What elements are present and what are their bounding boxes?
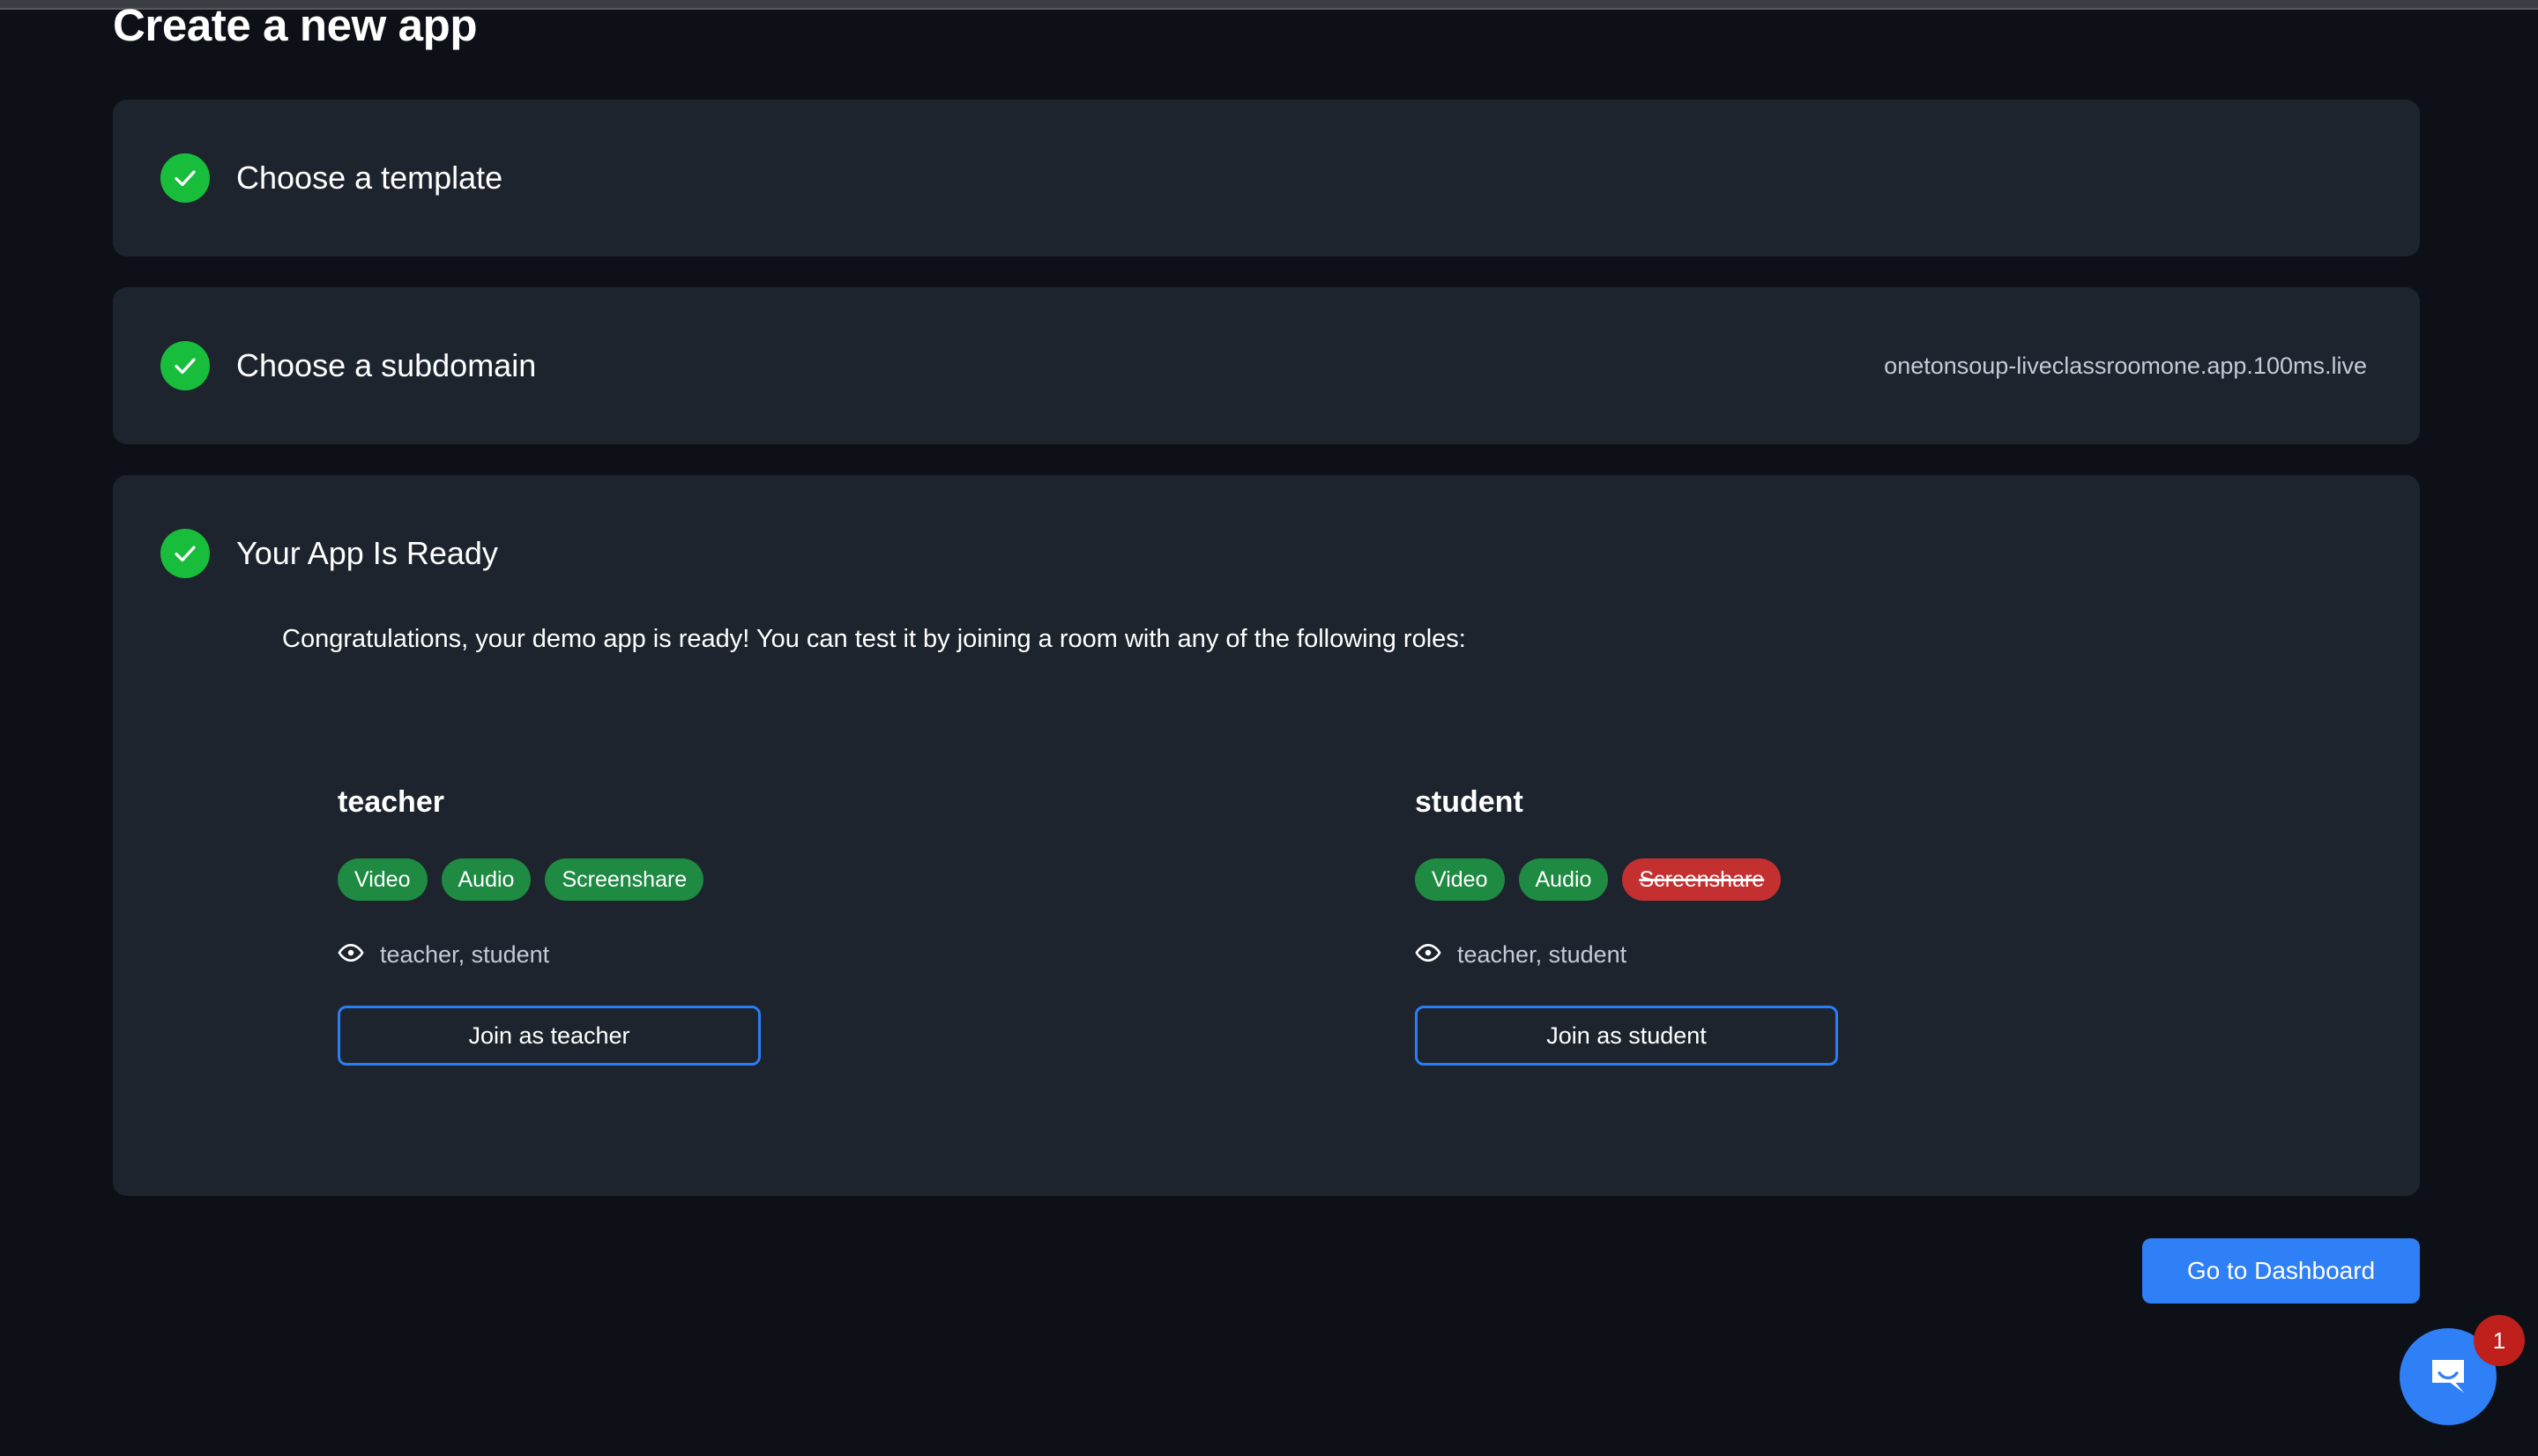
role-name: student <box>1415 785 1523 819</box>
permission-pill-audio: Audio <box>1518 858 1609 901</box>
step-header: Your App Is Ready <box>113 475 2420 632</box>
viewers-row: teacher, student <box>338 940 1190 970</box>
permission-pill-row: Video Audio Screenshare <box>338 858 1190 901</box>
eye-icon <box>1415 940 1441 970</box>
join-as-teacher-button[interactable]: Join as teacher <box>338 1006 761 1066</box>
step-card-app-ready: Your App Is Ready Congratulations, your … <box>113 475 2420 1196</box>
roles-grid: teacher Video Audio Screenshare teacher,… <box>113 785 2420 1066</box>
go-to-dashboard-button[interactable]: Go to Dashboard <box>2142 1238 2420 1304</box>
join-as-student-button[interactable]: Join as student <box>1415 1006 1838 1066</box>
page-title: Create a new app <box>113 0 478 50</box>
check-icon <box>160 341 210 390</box>
step-title: Your App Is Ready <box>236 535 498 571</box>
step-header: Choose a template <box>113 100 2420 256</box>
create-app-page: Create a new app Choose a template Choos… <box>0 0 2538 1456</box>
permission-pill-video: Video <box>338 858 428 901</box>
permission-pill-row: Video Audio Screenshare <box>1415 858 2267 901</box>
permission-pill-screenshare: Screenshare <box>1622 858 1782 901</box>
role-name: teacher <box>338 785 444 819</box>
check-icon <box>160 529 210 578</box>
role-card-teacher: teacher Video Audio Screenshare teacher,… <box>113 785 1190 1066</box>
app-ready-description: Congratulations, your demo app is ready!… <box>282 625 1466 653</box>
intercom-unread-badge: 1 <box>2474 1315 2525 1366</box>
subdomain-value: onetonsoup-liveclassroomone.app.100ms.li… <box>1884 352 2367 379</box>
step-header: Choose a subdomain onetonsoup-liveclassr… <box>113 287 2420 444</box>
permission-pill-audio: Audio <box>441 858 532 901</box>
chat-bubble-icon <box>2424 1352 2472 1402</box>
viewers-list: teacher, student <box>1457 941 1627 968</box>
permission-pill-video: Video <box>1415 858 1505 901</box>
permission-pill-screenshare: Screenshare <box>545 858 704 901</box>
step-card-choose-template[interactable]: Choose a template <box>113 100 2420 256</box>
step-card-choose-subdomain[interactable]: Choose a subdomain onetonsoup-liveclassr… <box>113 287 2420 444</box>
check-icon <box>160 153 210 203</box>
viewers-row: teacher, student <box>1415 940 2267 970</box>
step-title: Choose a template <box>236 160 503 196</box>
eye-icon <box>338 940 364 970</box>
viewers-list: teacher, student <box>380 941 550 968</box>
step-title: Choose a subdomain <box>236 347 537 383</box>
role-card-student: student Video Audio Screenshare teacher,… <box>1190 785 2267 1066</box>
